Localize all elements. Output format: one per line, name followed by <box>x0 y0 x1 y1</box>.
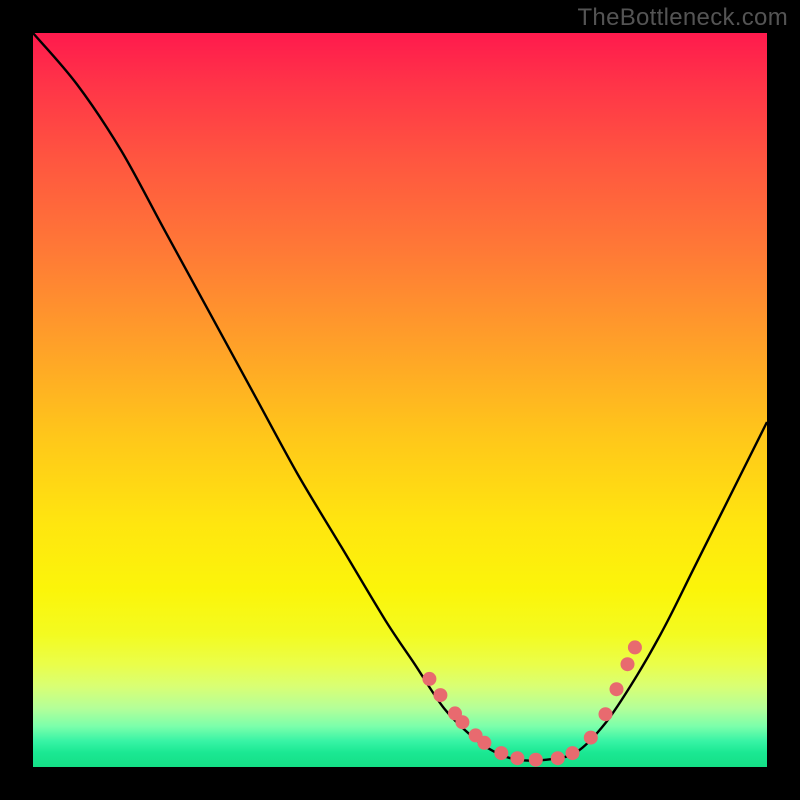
marker-dot <box>494 746 508 760</box>
marker-dot <box>455 715 469 729</box>
marker-dot <box>566 746 580 760</box>
marker-dot <box>610 682 624 696</box>
marker-dot <box>510 751 524 765</box>
marker-dot <box>551 751 565 765</box>
marker-dot <box>529 753 543 767</box>
marker-dot <box>584 731 598 745</box>
marker-dot <box>628 640 642 654</box>
marker-dot <box>621 657 635 671</box>
watermark-text: TheBottleneck.com <box>577 4 788 32</box>
plot-area <box>33 33 767 767</box>
marker-dot <box>477 736 491 750</box>
marker-group <box>422 640 642 766</box>
marker-dot <box>433 688 447 702</box>
marker-dot <box>599 707 613 721</box>
marker-dot <box>422 672 436 686</box>
curve-path <box>33 33 767 761</box>
chart-frame: TheBottleneck.com <box>0 0 800 800</box>
chart-svg <box>33 33 767 767</box>
